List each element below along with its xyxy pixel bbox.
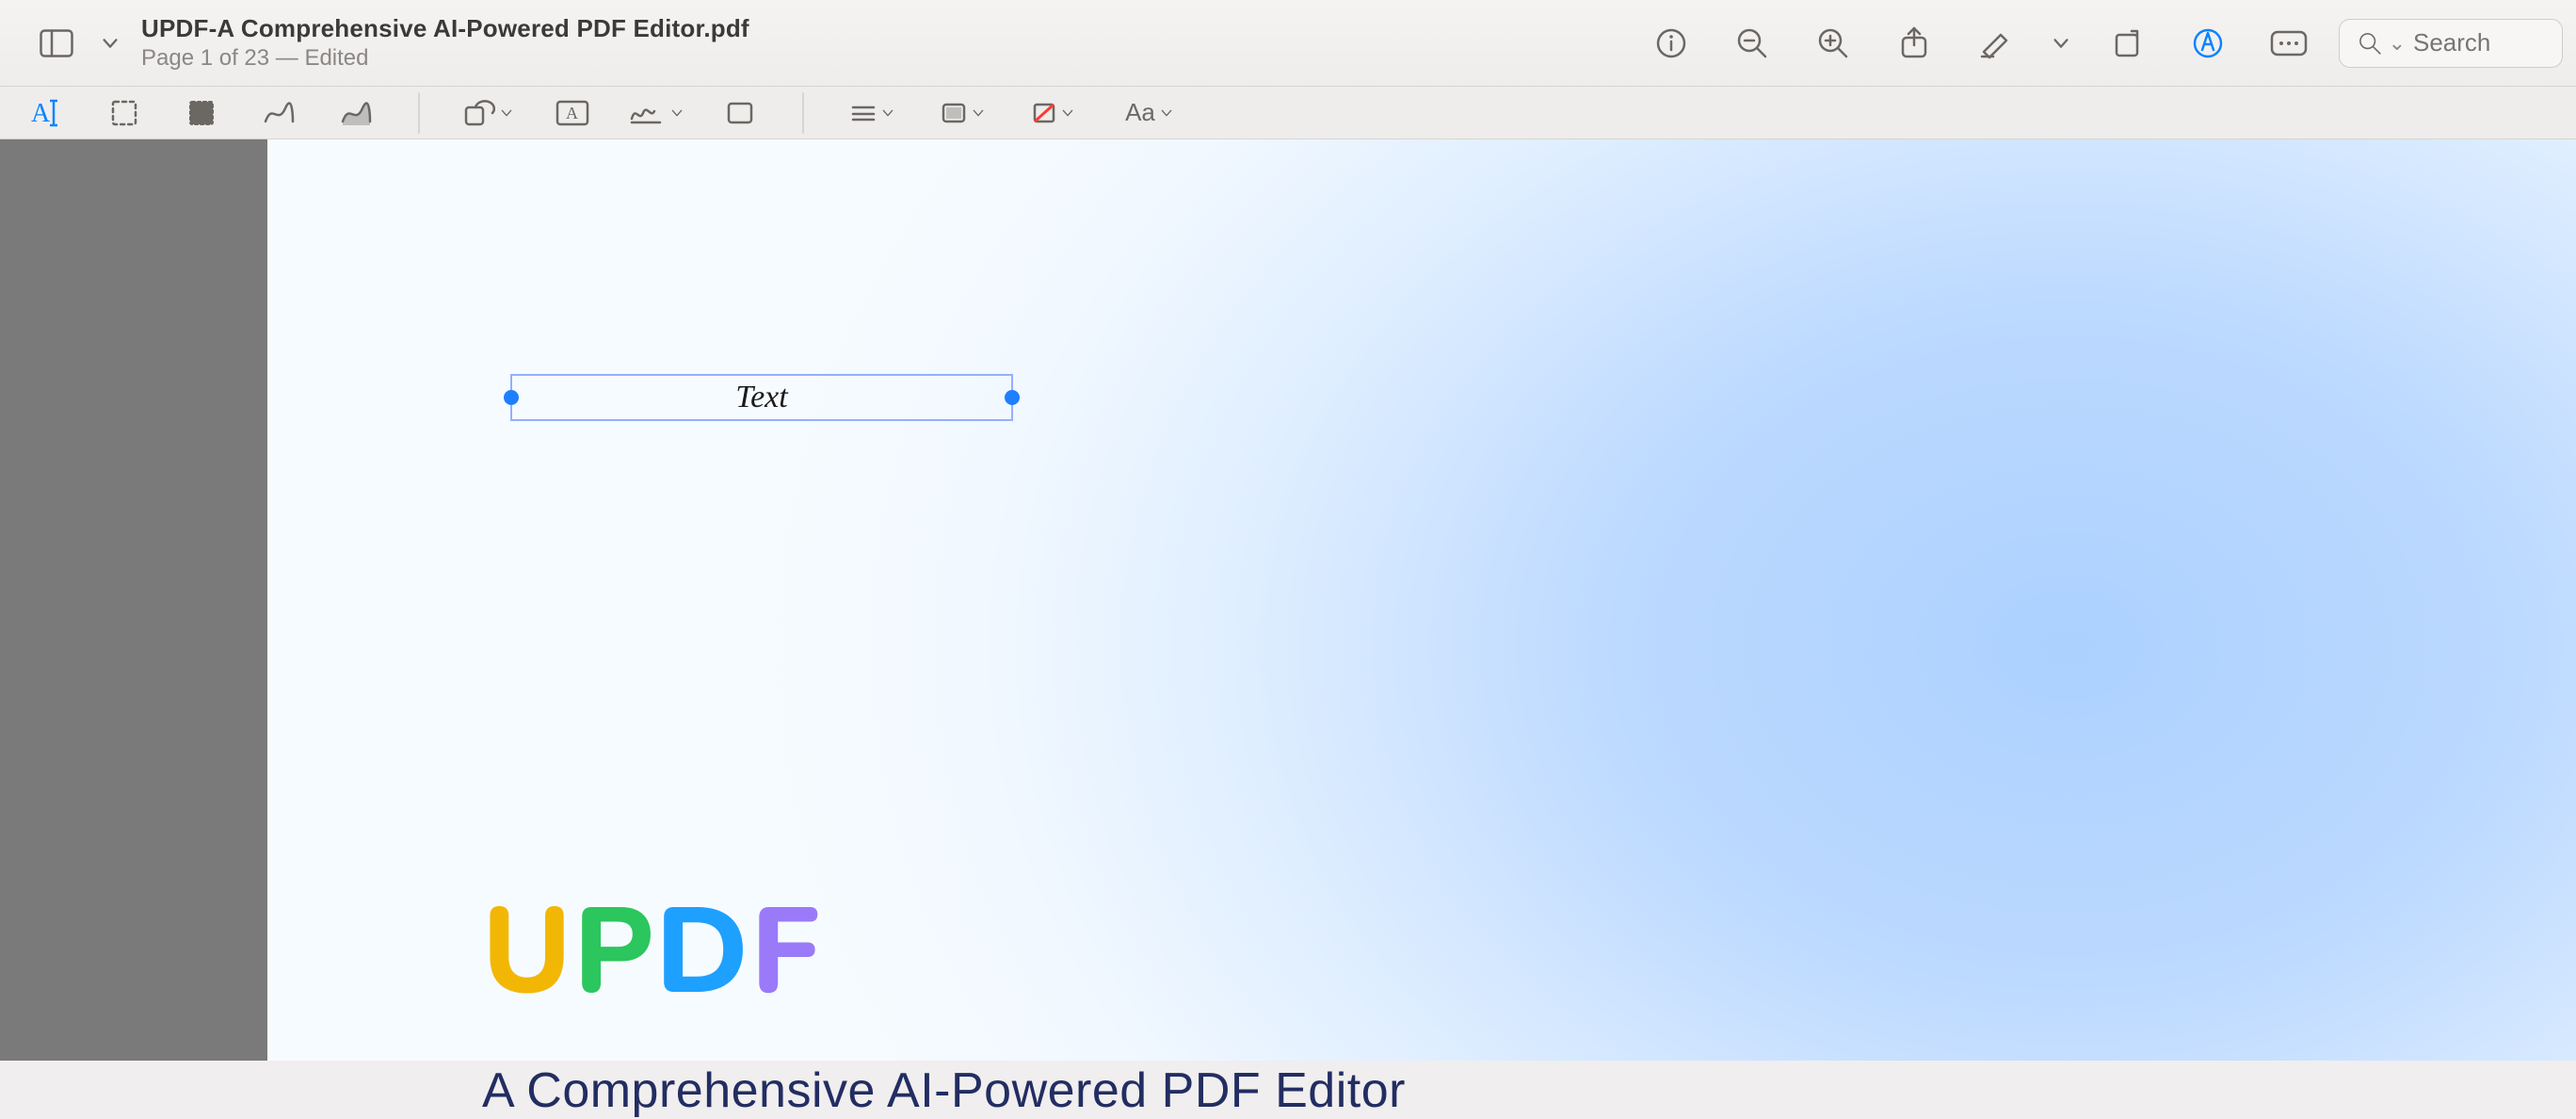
updf-logo: UPDF (482, 893, 821, 1014)
signature-tool[interactable] (627, 90, 685, 136)
title-bar: UPDF-A Comprehensive AI-Powered PDF Edit… (0, 0, 2576, 87)
search-input[interactable] (2413, 28, 2545, 57)
document-title-block: UPDF-A Comprehensive AI-Powered PDF Edit… (141, 14, 749, 72)
view-menu-dropdown[interactable] (94, 15, 126, 72)
workspace-left-gutter (0, 139, 267, 1061)
search-chevron-icon: ⌄ (2389, 31, 2406, 56)
rotate-icon[interactable] (2096, 15, 2158, 72)
border-color-tool[interactable] (934, 90, 992, 136)
search-field[interactable]: ⌄ (2339, 19, 2563, 68)
resize-handle-left[interactable] (504, 390, 519, 405)
select-tool[interactable] (102, 90, 147, 136)
info-icon[interactable] (1640, 15, 1702, 72)
fill-sketch-tool[interactable] (333, 90, 378, 136)
font-label: Aa (1125, 98, 1155, 127)
line-style-tool[interactable] (844, 90, 902, 136)
svg-text:A: A (566, 104, 578, 122)
form-icon[interactable] (2258, 15, 2320, 72)
logo-letter-f: F (750, 871, 821, 1035)
toolbar-divider (418, 92, 420, 134)
text-annotation-box[interactable]: Text (510, 374, 1013, 421)
workspace: Text UPDF A Comprehensive AI-Powered PDF… (0, 139, 2576, 1061)
page-tagline: A Comprehensive AI-Powered PDF Editor (482, 1062, 1406, 1119)
fill-color-tool[interactable] (1024, 90, 1083, 136)
text-annotation-value[interactable]: Text (735, 380, 787, 415)
sidebar-toggle-button[interactable] (28, 15, 85, 72)
pdf-page[interactable]: Text UPDF A Comprehensive AI-Powered PDF… (267, 139, 2576, 1061)
logo-letter-u: U (482, 871, 573, 1035)
logo-letter-p: P (573, 871, 655, 1035)
title-bar-left: UPDF-A Comprehensive AI-Powered PDF Edit… (28, 14, 749, 72)
highlight-icon[interactable] (1964, 15, 2026, 72)
share-icon[interactable] (1883, 15, 1945, 72)
crop-tool[interactable] (717, 90, 763, 136)
svg-text:A: A (31, 99, 51, 128)
markup-icon[interactable] (2177, 15, 2239, 72)
highlight-menu-dropdown[interactable] (2045, 15, 2077, 72)
text-tool[interactable]: A (24, 90, 70, 136)
document-title: UPDF-A Comprehensive AI-Powered PDF Edit… (141, 14, 749, 43)
resize-handle-right[interactable] (1005, 390, 1020, 405)
logo-letter-d: D (655, 871, 750, 1035)
toolbar-divider (802, 92, 804, 134)
tools-bar: A A Aa (0, 87, 2576, 139)
document-subtitle: Page 1 of 23 — Edited (141, 45, 749, 72)
title-bar-right: ⌄ (1640, 15, 2563, 72)
shapes-tool[interactable] (459, 90, 518, 136)
zoom-in-button[interactable] (1802, 15, 1864, 72)
textbox-tool[interactable]: A (550, 90, 595, 136)
zoom-out-button[interactable] (1721, 15, 1783, 72)
redact-tool[interactable] (179, 90, 224, 136)
sketch-tool[interactable] (256, 90, 301, 136)
font-style-tool[interactable]: Aa (1115, 90, 1184, 136)
